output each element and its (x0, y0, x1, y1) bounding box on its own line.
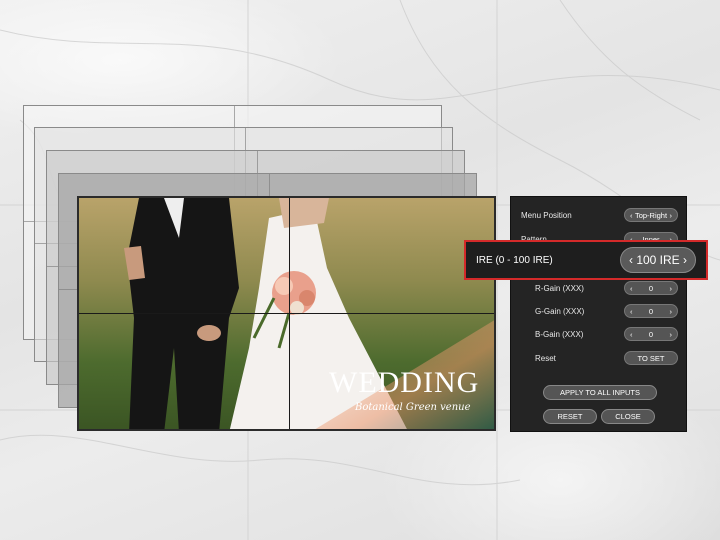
chevron-right-icon[interactable]: › (670, 284, 673, 293)
ire-value: 100 IRE (636, 253, 680, 267)
to-set-button[interactable]: TO SET (624, 351, 678, 365)
r-gain-value: 0 (648, 283, 654, 293)
chevron-right-icon[interactable]: › (670, 211, 673, 220)
menu-row-g-gain: G-Gain (XXX) ‹ 0 › (535, 302, 678, 320)
menu-position-value: Top-Right (634, 210, 668, 220)
menu-row-r-gain: R-Gain (XXX) ‹ 0 › (535, 279, 678, 297)
g-gain-label: G-Gain (XXX) (535, 306, 585, 316)
wedding-title: WEDDING (329, 366, 480, 399)
menu-position-label: Menu Position (521, 210, 572, 220)
apply-to-all-inputs-button[interactable]: APPLY TO ALL INPUTS (543, 385, 657, 400)
bezel-horizontal (79, 313, 494, 314)
g-gain-stepper[interactable]: ‹ 0 › (624, 304, 678, 318)
reset-button[interactable]: RESET (543, 409, 597, 424)
b-gain-stepper[interactable]: ‹ 0 › (624, 327, 678, 341)
r-gain-stepper[interactable]: ‹ 0 › (624, 281, 678, 295)
video-wall-screen: WEDDING Botanical Green venue (77, 196, 496, 431)
b-gain-label: B-Gain (XXX) (535, 329, 584, 339)
menu-position-selector[interactable]: ‹ Top-Right › (624, 208, 678, 222)
chevron-right-icon[interactable]: › (670, 330, 673, 339)
menu-row-b-gain: B-Gain (XXX) ‹ 0 › (535, 325, 678, 343)
osd-menu-panel: Menu Position ‹ Top-Right › Pattern ‹ In… (510, 196, 687, 432)
ire-highlight-callout: IRE (0 - 100 IRE) ‹ 100 IRE › (464, 240, 708, 280)
menu-row-position: Menu Position ‹ Top-Right › (521, 206, 678, 224)
ire-stepper[interactable]: ‹ 100 IRE › (620, 247, 696, 273)
wedding-subtitle: Botanical Green venue (355, 402, 471, 413)
ire-label: IRE (0 - 100 IRE) (476, 254, 553, 266)
menu-row-reset: Reset TO SET (535, 349, 678, 367)
r-gain-label: R-Gain (XXX) (535, 283, 584, 293)
reset-label: Reset (535, 353, 556, 363)
close-button[interactable]: CLOSE (601, 409, 655, 424)
g-gain-value: 0 (648, 306, 654, 316)
b-gain-value: 0 (648, 329, 654, 339)
chevron-right-icon[interactable]: › (683, 253, 687, 267)
chevron-right-icon[interactable]: › (670, 307, 673, 316)
chevron-left-icon[interactable]: ‹ (629, 253, 633, 267)
